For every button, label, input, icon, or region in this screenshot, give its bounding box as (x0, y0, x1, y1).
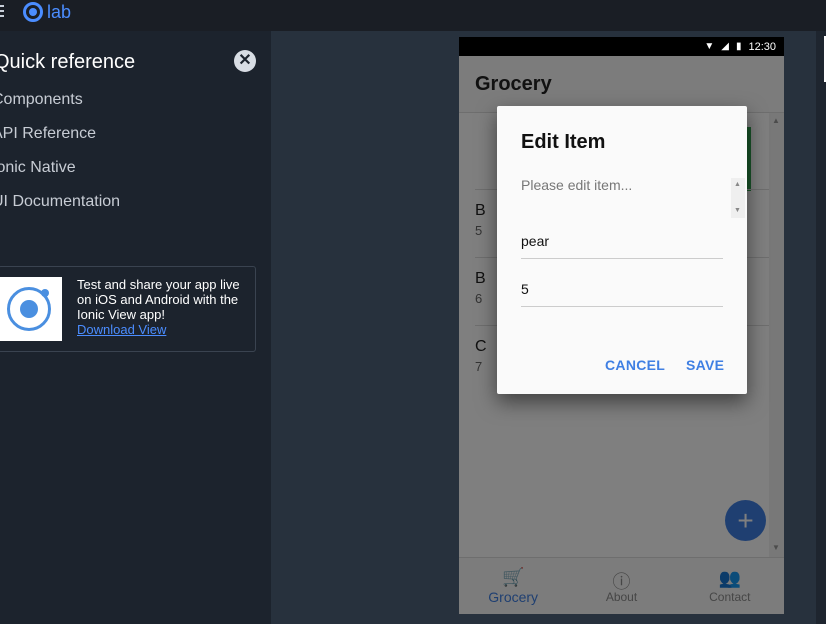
sidebar-link-ionic-native[interactable]: Ionic Native (0, 159, 76, 177)
sidebar-link-api-reference[interactable]: API Reference (0, 125, 96, 143)
close-icon[interactable]: ✕ (234, 50, 256, 72)
item-quantity-input[interactable]: 5 (521, 273, 723, 307)
promo-text-block: Test and share your app live on iOS and … (77, 277, 253, 337)
status-time: 12:30 (748, 40, 776, 53)
lab-logo-text: lab (47, 1, 72, 22)
promo-text: Test and share your app live on iOS and … (77, 277, 240, 322)
sidebar-title: Quick reference (0, 51, 136, 73)
ionic-view-promo: Test and share your app live on iOS and … (0, 266, 256, 352)
battery-icon: ▮ (735, 41, 742, 52)
cancel-button[interactable]: CANCEL (605, 357, 665, 373)
ionic-view-logo-icon (0, 277, 62, 341)
sidebar-link-ui-documentation[interactable]: UI Documentation (0, 193, 120, 211)
status-bar: ▼ ◢ ▮ 12:30 (459, 37, 784, 56)
item-name-input[interactable]: pear (521, 225, 723, 259)
wifi-icon: ▼ (704, 41, 715, 52)
ionic-logo-icon (23, 2, 43, 22)
menu-icon[interactable] (0, 5, 4, 19)
download-view-link[interactable]: Download View (77, 322, 166, 337)
ionic-lab-logo: lab (23, 1, 71, 23)
right-edge-panel (816, 31, 826, 624)
scroll-up-icon[interactable]: ▲ (734, 181, 741, 188)
signal-icon: ◢ (721, 41, 729, 52)
dialog-message-scrollbar[interactable]: ▲ ▼ (731, 178, 745, 218)
save-button[interactable]: SAVE (686, 357, 724, 373)
lab-topbar: lab (0, 0, 826, 31)
scroll-down-icon[interactable]: ▼ (734, 207, 741, 214)
sidebar-link-components[interactable]: Components (0, 91, 83, 109)
dialog-title: Edit Item (521, 131, 606, 153)
dialog-message: Please edit item... (521, 177, 633, 193)
edit-item-dialog: Edit Item Please edit item... ▲ ▼ pear 5… (497, 106, 747, 394)
quick-reference-sidebar: Quick reference ✕ Components API Referen… (0, 31, 271, 624)
